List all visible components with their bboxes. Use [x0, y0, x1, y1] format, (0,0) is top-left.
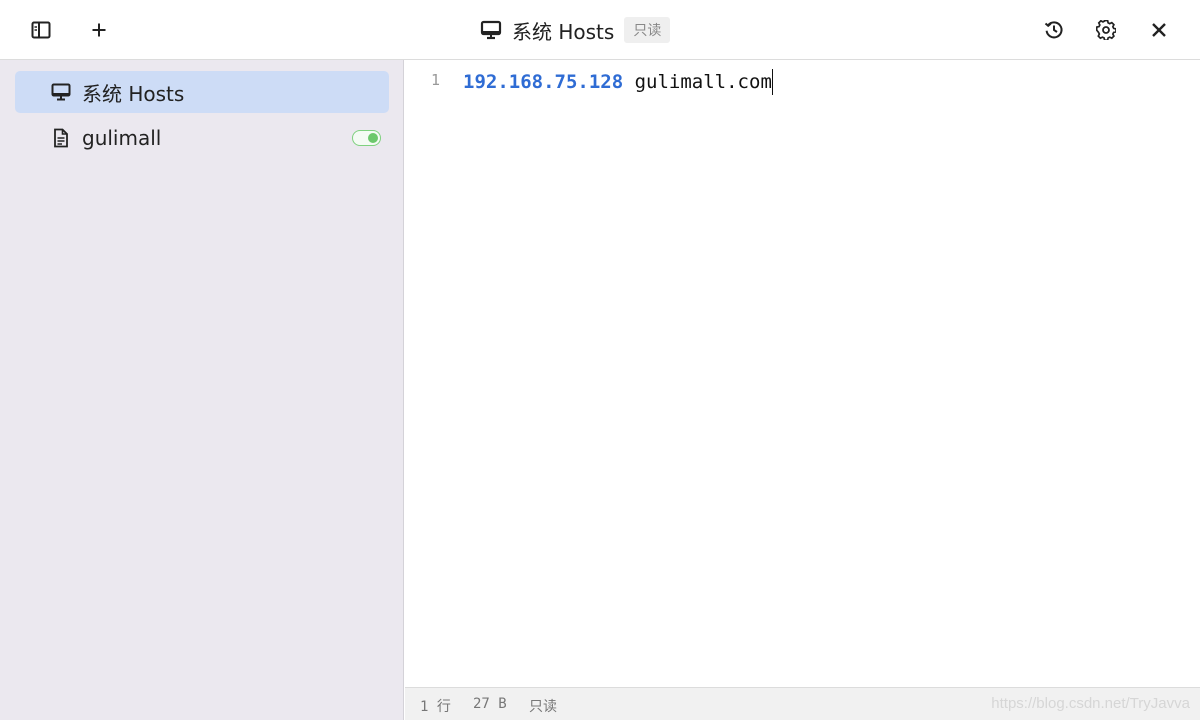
ip-address: 192.168.75.128 — [463, 71, 624, 93]
close-icon — [1152, 23, 1166, 37]
code-line: 192.168.75.128 gulimall.com — [463, 69, 774, 95]
plus-icon — [92, 23, 106, 37]
history-button[interactable] — [1038, 14, 1070, 46]
settings-button[interactable] — [1090, 14, 1122, 46]
sidebar-item-gulimall[interactable]: gulimall — [15, 117, 389, 159]
page-title: 系统 Hosts — [512, 19, 615, 44]
sidebar-toggle-button[interactable] — [25, 14, 57, 46]
toggle-knob — [368, 133, 378, 143]
monitor-icon — [51, 82, 71, 102]
sidebar: 系统 Hosts gulimall — [0, 60, 404, 720]
hostname: gulimall.com — [634, 71, 772, 93]
monitor-icon — [480, 19, 502, 41]
top-toolbar: 系统 Hosts 只读 — [0, 0, 1200, 60]
sidebar-item-label: 系统 Hosts — [82, 81, 185, 106]
watermark: https://blog.csdn.net/TryJavva — [991, 695, 1190, 712]
status-mode: 只读 — [529, 699, 557, 715]
hosts-editor[interactable]: 1 192.168.75.128 gulimall.com — [405, 60, 1200, 687]
sidebar-toggle-icon — [31, 21, 51, 39]
history-icon — [1044, 21, 1063, 39]
line-number: 1 — [431, 71, 441, 89]
status-line-count: 1 行 — [420, 699, 451, 715]
readonly-badge: 只读 — [624, 17, 671, 43]
sidebar-item-label: gulimall — [82, 126, 162, 150]
sidebar-item-system-hosts[interactable]: 系统 Hosts — [15, 71, 389, 113]
status-file-size: 27 B — [473, 696, 507, 712]
add-hosts-button[interactable] — [83, 14, 115, 46]
status-bar: 1 行 27 B 只读 https://blog.csdn.net/TryJav… — [405, 687, 1200, 720]
close-button[interactable] — [1143, 14, 1175, 46]
text-cursor — [771, 69, 774, 95]
enable-toggle[interactable] — [352, 130, 381, 146]
app-window: 系统 Hosts 只读 系统 Hosts gulimall 1 192.168.… — [0, 0, 1200, 720]
window-title: 系统 Hosts 只读 — [480, 14, 671, 46]
document-icon — [51, 128, 71, 148]
gear-icon — [1096, 20, 1116, 40]
